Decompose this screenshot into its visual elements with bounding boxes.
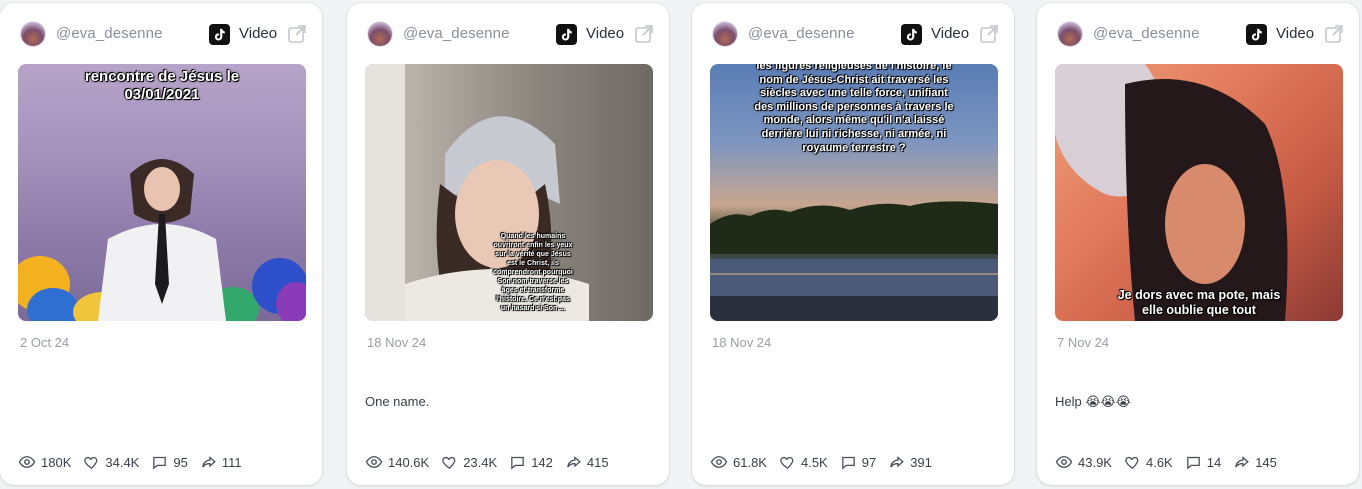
post-caption: Help 😭😭😭 — [1055, 394, 1131, 409]
comments-stat: 95 — [151, 454, 188, 471]
comments-stat: 142 — [509, 454, 553, 471]
likes-count: 23.4K — [463, 454, 498, 470]
avatar[interactable] — [367, 21, 393, 47]
post-type-label: Video — [586, 25, 625, 42]
share-icon — [202, 455, 216, 467]
likes-stat: 4.6K — [1124, 454, 1173, 471]
comment-icon — [1186, 456, 1200, 469]
card-header: @eva_desenne Video — [347, 3, 669, 63]
post-date: 18 Nov 24 — [367, 335, 427, 350]
views-stat: 61.8K — [710, 453, 767, 471]
views-count: 180K — [41, 454, 72, 470]
post-card[interactable]: @eva_desenne Video Je dors avec ma pote,… — [1037, 3, 1359, 485]
shares-count: 145 — [1255, 454, 1277, 470]
eye-icon — [365, 456, 383, 468]
views-stat: 140.6K — [365, 453, 429, 471]
likes-stat: 4.5K — [779, 454, 828, 471]
views-count: 61.8K — [733, 454, 767, 470]
heart-icon — [1125, 456, 1139, 469]
post-card[interactable]: @eva_desenne Video rencontre de Jésus le… — [0, 3, 322, 485]
post-type-label: Video — [239, 25, 278, 42]
share-icon — [890, 455, 905, 467]
views-stat: 43.9K — [1055, 453, 1112, 471]
post-date: 18 Nov 24 — [712, 335, 772, 350]
thumbnail-overlay-text: Quand les humains ouvriront enfin les ye… — [493, 233, 573, 312]
engagement-stats: 61.8K 4.5K 97 391 — [710, 452, 932, 472]
shares-stat: 145 — [1233, 454, 1277, 471]
eye-icon — [18, 456, 36, 468]
thumbnail-overlay-text: Je dors avec ma pote, mais elle oublie q… — [1117, 288, 1281, 317]
tiktok-icon — [556, 24, 577, 45]
post-caption: One name. — [365, 394, 430, 409]
engagement-stats: 43.9K 4.6K 14 145 — [1055, 452, 1277, 472]
post-date: 7 Nov 24 — [1057, 335, 1110, 350]
video-thumbnail[interactable]: Quand les humains ouvriront enfin les ye… — [365, 64, 653, 321]
engagement-stats: 180K 34.4K 95 111 — [18, 452, 242, 472]
external-link-icon[interactable] — [979, 24, 999, 44]
card-header: @eva_desenne Video — [1037, 3, 1359, 63]
eye-icon — [710, 456, 728, 468]
tiktok-icon — [1246, 24, 1267, 45]
comment-icon — [511, 456, 524, 469]
heart-icon — [442, 456, 456, 469]
likes-stat: 34.4K — [83, 454, 139, 471]
video-thumbnail[interactable]: Je dors avec ma pote, mais elle oublie q… — [1055, 64, 1343, 321]
likes-stat: 23.4K — [441, 454, 497, 471]
post-card[interactable]: @eva_desenne Video les figures religieus… — [692, 3, 1014, 485]
likes-count: 34.4K — [105, 454, 140, 470]
external-link-icon[interactable] — [287, 24, 307, 44]
tiktok-icon — [901, 24, 922, 45]
shares-stat: 111 — [200, 454, 242, 471]
external-link-icon[interactable] — [1324, 24, 1344, 44]
account-handle[interactable]: @eva_desenne — [56, 25, 163, 42]
shares-count: 415 — [586, 454, 609, 470]
avatar[interactable] — [1057, 21, 1083, 47]
post-grid: @eva_desenne Video rencontre de Jésus le… — [0, 0, 1362, 489]
thumbnail-overlay-text: les figures religieuses de l'histoire, l… — [754, 64, 954, 154]
shares-stat: 391 — [888, 454, 932, 471]
likes-count: 4.5K — [800, 454, 828, 470]
comments-stat: 97 — [840, 454, 876, 471]
shares-count: 111 — [221, 454, 242, 470]
tiktok-icon — [209, 24, 230, 45]
avatar[interactable] — [712, 21, 738, 47]
heart-icon — [780, 456, 794, 469]
thumbnail-overlay-text: rencontre de Jésus le 03/01/2021 — [84, 68, 240, 103]
comment-icon — [841, 456, 855, 469]
comments-count: 97 — [861, 454, 877, 470]
account-handle[interactable]: @eva_desenne — [403, 25, 510, 42]
views-count: 140.6K — [388, 454, 430, 470]
comments-count: 142 — [531, 454, 553, 470]
comment-icon — [153, 456, 167, 469]
likes-count: 4.6K — [1145, 454, 1173, 470]
comments-count: 14 — [1206, 454, 1222, 470]
heart-icon — [84, 456, 98, 469]
views-stat: 180K — [18, 453, 71, 471]
engagement-stats: 140.6K 23.4K 142 415 — [365, 452, 609, 472]
comments-count: 95 — [173, 454, 188, 470]
post-type-label: Video — [1276, 25, 1315, 42]
external-link-icon[interactable] — [634, 24, 654, 44]
post-type-label: Video — [931, 25, 970, 42]
video-thumbnail[interactable]: rencontre de Jésus le 03/01/2021 — [18, 64, 306, 321]
account-handle[interactable]: @eva_desenne — [1093, 25, 1200, 42]
shares-count: 391 — [910, 454, 932, 470]
comments-stat: 14 — [1185, 454, 1221, 471]
post-card[interactable]: @eva_desenne Video Quand les humains ouv… — [347, 3, 669, 485]
share-icon — [567, 455, 581, 467]
share-icon — [1235, 455, 1250, 467]
card-header: @eva_desenne Video — [0, 3, 322, 63]
avatar[interactable] — [20, 21, 46, 47]
account-handle[interactable]: @eva_desenne — [748, 25, 855, 42]
shares-stat: 415 — [565, 454, 609, 471]
views-count: 43.9K — [1078, 454, 1112, 470]
eye-icon — [1055, 456, 1073, 468]
post-date: 2 Oct 24 — [20, 335, 70, 350]
card-header: @eva_desenne Video — [692, 3, 1014, 63]
video-thumbnail[interactable]: les figures religieuses de l'histoire, l… — [710, 64, 998, 321]
